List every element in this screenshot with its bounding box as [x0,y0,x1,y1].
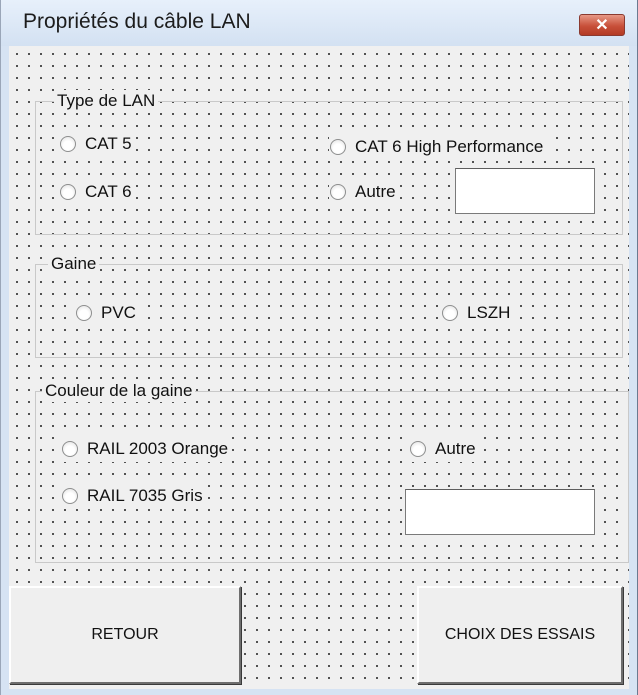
radio-couleur-autre-circle [410,441,426,457]
title-bar[interactable]: Propriétés du câble LAN ✕ [1,0,637,46]
radio-cat6-high-performance-label: CAT 6 High Performance [355,137,544,156]
radio-pvc-circle [76,305,92,321]
radio-lszh[interactable]: LSZH [441,300,515,326]
radio-cat5[interactable]: CAT 5 [59,131,136,157]
radio-cat6-circle [60,184,76,200]
radio-type-autre-label: Autre [355,182,396,201]
radio-cat6[interactable]: CAT 6 [59,179,136,205]
radio-rail-2003-orange-circle [62,441,78,457]
retour-button[interactable]: RETOUR [9,586,241,684]
radio-rail-7035-gris[interactable]: RAIL 7035 Gris [61,483,207,509]
radio-rail-7035-gris-label: RAIL 7035 Gris [87,486,203,505]
frame-couleur-label: Couleur de la gaine [42,380,196,402]
radio-cat6-high-performance[interactable]: CAT 6 High Performance [329,134,548,160]
frame-type-lan-label: Type de LAN [54,90,159,112]
radio-cat5-circle [60,136,76,152]
radio-lszh-circle [442,305,458,321]
close-button[interactable]: ✕ [579,14,625,36]
radio-rail-2003-orange-label: RAIL 2003 Orange [87,439,229,458]
frame-gaine-label: Gaine [48,253,100,275]
type-autre-input[interactable] [455,168,595,214]
radio-rail-7035-gris-circle [62,488,78,504]
close-icon: ✕ [595,17,609,34]
window-title: Propriétés du câble LAN [23,10,251,33]
radio-cat5-label: CAT 5 [85,134,132,153]
radio-lszh-label: LSZH [467,303,511,322]
radio-type-autre-circle [330,184,346,200]
dialog-window: Propriétés du câble LAN ✕ Type de LAN CA… [0,0,638,695]
radio-couleur-autre[interactable]: Autre [409,436,480,462]
couleur-autre-input[interactable] [405,489,595,535]
frame-couleur: Couleur de la gaine [35,380,629,563]
radio-couleur-autre-label: Autre [435,439,476,458]
form-client-area: Type de LAN CAT 5 CAT 6 High Performance… [9,46,629,689]
radio-cat6-label: CAT 6 [85,182,132,201]
choix-des-essais-button[interactable]: CHOIX DES ESSAIS [417,586,623,684]
radio-rail-2003-orange[interactable]: RAIL 2003 Orange [61,436,233,462]
radio-pvc[interactable]: PVC [75,300,140,326]
choix-des-essais-button-label: CHOIX DES ESSAIS [444,626,596,643]
radio-type-autre[interactable]: Autre [329,179,400,205]
radio-pvc-label: PVC [101,303,136,322]
retour-button-label: RETOUR [91,626,159,643]
radio-cat6-high-performance-circle [330,139,346,155]
